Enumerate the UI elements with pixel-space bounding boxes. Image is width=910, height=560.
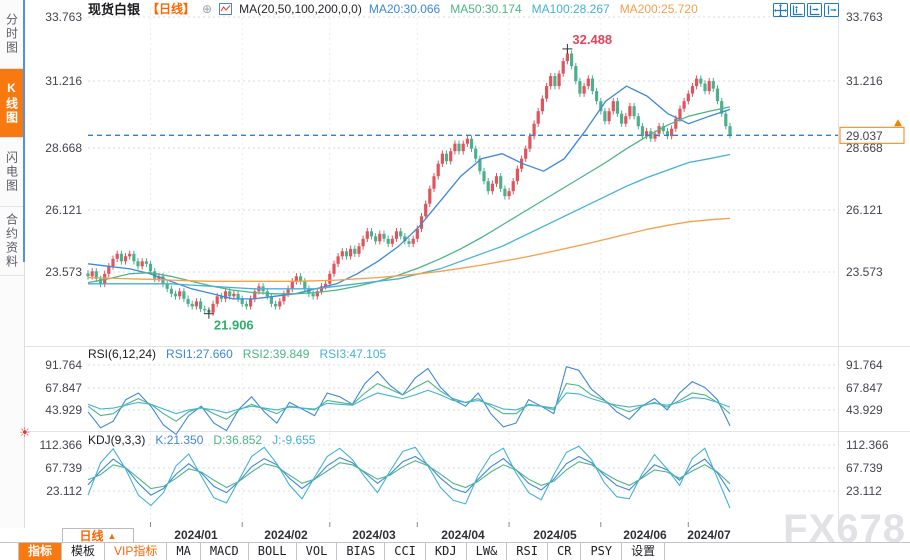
toolbar-button-boll[interactable]: BOLL: [249, 543, 297, 560]
y-axis-scale-icon[interactable]: [790, 3, 805, 17]
chart-canvas[interactable]: 33.76333.76331.21631.21628.66828.66826.1…: [24, 0, 910, 527]
y-axis-label: 43.929: [846, 403, 883, 417]
period-title: 【日线】: [147, 0, 195, 17]
x-axis-scale-icon[interactable]: [807, 3, 822, 17]
kdj-params-label: KDJ(9,3,3): [88, 433, 145, 447]
kdj-header: KDJ(9,3,3) K:21.350 D:36.852 J:-9.655: [88, 433, 315, 447]
toolbar-button-vol[interactable]: VOL: [297, 543, 338, 560]
toolbar-spacer: [0, 543, 19, 560]
kdj-values: K:21.350 D:36.852 J:-9.655: [155, 433, 315, 447]
toolbar-button-indicator[interactable]: 指标: [19, 543, 62, 560]
y-axis-label: 112.366: [40, 438, 83, 452]
ma100-line: [88, 155, 730, 289]
y-axis-label: 33.763: [45, 10, 82, 24]
chart-header: 现货白银 【日线】 ⊕ MA(20,50,100,200,0,0) MA20:3…: [88, 1, 698, 16]
toolbar-button-cci[interactable]: CCI: [385, 543, 426, 560]
svg-text:21.906: 21.906: [214, 318, 254, 333]
rsi-params-label: RSI(6,12,24): [88, 347, 156, 361]
d-line: [88, 461, 730, 489]
toolbar-button-kdj[interactable]: KDJ: [426, 543, 467, 560]
y-axis-label: 67.739: [45, 461, 82, 475]
y-axis-label: 33.763: [846, 10, 883, 24]
rsi-header: RSI(6,12,24) RSI1:27.660 RSI2:39.849 RSI3:…: [88, 347, 386, 361]
toolbar-button-macd[interactable]: MACD: [201, 543, 249, 560]
y-axis-label: 67.739: [846, 461, 883, 475]
chart-tool-icons: [773, 3, 839, 17]
add-indicator-icon[interactable]: ⊕: [202, 2, 212, 16]
toolbar-button-psy[interactable]: PSY: [581, 543, 622, 560]
rsi1-line: [88, 367, 730, 435]
shift-right-icon[interactable]: [824, 3, 839, 17]
symbol-title: 现货白银: [88, 0, 140, 18]
rsi-value-label: RSI2:39.849: [243, 347, 310, 361]
kdj-value-label: J:-9.655: [272, 433, 315, 447]
y-axis-label: 67.847: [846, 381, 883, 395]
sidebar-tab-kline-chart[interactable]: K线图: [0, 69, 24, 138]
indicator-toolbar: 指标模板VIP指标MAMACDBOLLVOLBIASCCIKDJLW&RSICR…: [0, 542, 910, 560]
toolbar-button-vip-indicator[interactable]: VIP指标: [105, 543, 167, 560]
x-axis-label: 2024/01: [162, 528, 230, 542]
rsi-values: RSI1:27.660 RSI2:39.849 RSI3:47.105: [166, 347, 386, 361]
trading-app-window: 分时图K线图闪电图合约资料 33.763 33.763 31.216 31.216 28…: [0, 0, 910, 560]
x-axis-label: 2024/06: [611, 528, 679, 542]
kdj-value-label: D:36.852: [213, 433, 262, 447]
ma-value-label: MA200:25.720: [620, 2, 698, 16]
sidebar-tab-flash-chart[interactable]: 闪电图: [0, 138, 24, 207]
y-axis-label: 91.764: [45, 358, 82, 372]
y-axis-label: 31.216: [45, 74, 82, 88]
toolbar-button-rsi[interactable]: RSI: [507, 543, 548, 560]
sun-icon[interactable]: ☀: [19, 425, 31, 441]
svg-text:29.037: 29.037: [846, 129, 883, 143]
low-marker: 21.906: [204, 309, 254, 333]
ma-value-label: MA50:30.174: [450, 2, 521, 16]
ma-params-label: MA(20,50,100,200,0,0): [239, 2, 362, 16]
gridlines: 33.76333.76331.21631.21628.66828.66826.1…: [24, 0, 910, 527]
toolbar-button-template[interactable]: 模板: [62, 543, 105, 560]
high-marker: 32.488: [562, 32, 612, 54]
toolbar-button-bias[interactable]: BIAS: [337, 543, 385, 560]
x-axis-label: 2024/05: [521, 528, 589, 542]
y-axis-label: 26.121: [846, 203, 883, 217]
y-axis-label: 31.216: [846, 74, 883, 88]
ma-chart-icon: [219, 3, 232, 15]
x-axis-label: 2024/07: [675, 528, 743, 542]
toolbar-button-settings[interactable]: 设置: [622, 543, 665, 560]
sidebar-tab-time-chart[interactable]: 分时图: [0, 0, 24, 69]
sidebar-tab-contract-info[interactable]: 合约资料: [0, 207, 24, 276]
y-axis-label: 23.112: [846, 484, 882, 498]
x-axis-label: 2024/03: [340, 528, 408, 542]
sidebar-accent-divider: [23, 0, 25, 262]
ma-values: MA20:30.066 MA50:30.174 MA100:28.267 MA200:…: [369, 2, 698, 16]
toolbar-button-lw[interactable]: LW&: [467, 543, 508, 560]
toolbar-button-ma[interactable]: MA: [167, 543, 200, 560]
kdj-value-label: K:21.350: [155, 433, 203, 447]
y-axis-label: 91.764: [846, 358, 883, 372]
rsi-value-label: RSI3:47.105: [319, 347, 386, 361]
x-axis-label: 2024/02: [252, 528, 320, 542]
period-selector[interactable]: 日线 ▲: [62, 528, 134, 543]
y-axis-label: 67.847: [45, 381, 82, 395]
y-axis-label: 26.121: [45, 203, 82, 217]
y-axis-label: 23.112: [46, 484, 82, 498]
crosshair-move-icon[interactable]: [773, 3, 788, 17]
ma-value-label: MA20:30.066: [369, 2, 440, 16]
y-axis-label: 43.929: [45, 403, 82, 417]
y-axis-label: 112.366: [846, 438, 889, 452]
y-axis-label: 28.668: [45, 141, 82, 155]
y-axis-label: 23.573: [846, 265, 883, 279]
y-axis-label: 23.573: [45, 265, 82, 279]
j-line: [88, 446, 730, 508]
last-price-badge: 29.037: [840, 119, 904, 143]
x-axis-row: 日线 ▲ 2024/01 2024/02 2024/03 2024/04 2024/05…: [0, 528, 910, 542]
ma-value-label: MA100:28.267: [532, 2, 610, 16]
svg-text:32.488: 32.488: [572, 32, 612, 47]
sidebar: 分时图K线图闪电图合约资料: [0, 0, 25, 560]
toolbar-button-cr[interactable]: CR: [548, 543, 581, 560]
ma50-line: [88, 107, 730, 294]
chevron-up-icon: ▲: [108, 531, 117, 541]
x-axis-label: 2024/04: [429, 528, 497, 542]
rsi-value-label: RSI1:27.660: [166, 347, 233, 361]
